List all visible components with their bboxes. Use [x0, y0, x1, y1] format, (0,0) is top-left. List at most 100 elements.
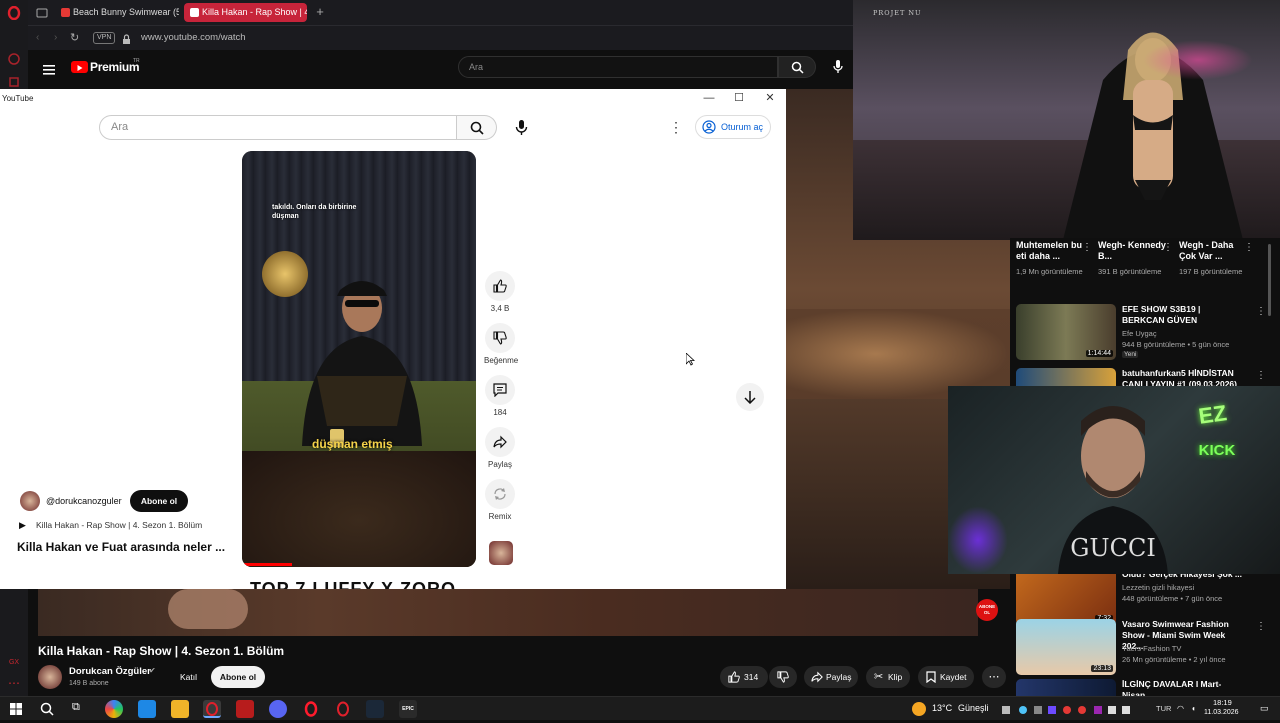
- dislike-button[interactable]: Beğenme: [484, 323, 518, 365]
- copilot-icon[interactable]: [105, 700, 123, 718]
- channel-handle[interactable]: @dorukcanozguler: [46, 496, 122, 506]
- opera-gx-taskbar-icon[interactable]: [203, 700, 221, 718]
- save-button[interactable]: Kaydet: [918, 666, 974, 688]
- epic-games-icon[interactable]: EPIC: [399, 700, 417, 718]
- more-options-icon[interactable]: ⋮: [1256, 306, 1266, 317]
- thumbs-up-icon: [493, 279, 507, 293]
- youtube-popup-window: YouTube — ☐ ✕ Ara ⋮ Oturum aç takıldı. O…: [0, 89, 786, 589]
- file-explorer-icon[interactable]: [171, 700, 189, 718]
- playlist-link[interactable]: Killa Hakan - Rap Show | 4. Sezon 1. Böl…: [36, 520, 202, 530]
- video-thumbnail[interactable]: 23:13: [1016, 619, 1116, 675]
- share-button[interactable]: Paylaş: [484, 427, 516, 469]
- voice-app-icon[interactable]: [236, 700, 254, 718]
- remix-button[interactable]: Remix: [484, 479, 516, 521]
- minimize-icon[interactable]: —: [702, 91, 716, 105]
- clock-time[interactable]: 18:19: [1213, 698, 1232, 707]
- shorts-card-2[interactable]: Wegh- Kennedy B... 391 B görüntüleme: [1098, 240, 1166, 277]
- opera-logo-icon[interactable]: [7, 5, 21, 21]
- rec-video-ilginc-davalar[interactable]: İLGİNÇ DAVALAR I Mart-Nisan: [1016, 679, 1276, 696]
- close-icon[interactable]: ✕: [763, 91, 777, 105]
- signin-button[interactable]: Oturum aç: [695, 115, 771, 139]
- search-icon[interactable]: [40, 702, 54, 716]
- edge-icon[interactable]: [138, 700, 156, 718]
- language-indicator[interactable]: TUR: [1156, 704, 1171, 713]
- lock-icon[interactable]: [122, 32, 131, 44]
- channel-avatar[interactable]: [38, 665, 62, 689]
- reload-icon[interactable]: ↻: [70, 31, 79, 44]
- like-button[interactable]: 3,4 B: [484, 271, 516, 313]
- join-button[interactable]: Katıl: [171, 666, 206, 688]
- sidebar-bag-icon[interactable]: [7, 74, 21, 88]
- subscribe-button[interactable]: Abone ol: [130, 490, 188, 512]
- shorts-card-1[interactable]: Muhtemelen bu eti daha ... 1,9 Mn görünt…: [1016, 240, 1084, 277]
- hands-blur: [168, 589, 248, 629]
- short-title[interactable]: Killa Hakan ve Fuat arasında neler ...: [17, 540, 225, 554]
- sidebar-more-icon[interactable]: ⋯: [7, 676, 21, 690]
- tab-overview-icon[interactable]: [36, 6, 48, 18]
- sound-avatar[interactable]: [489, 541, 513, 565]
- task-view-icon[interactable]: ⧉: [72, 701, 80, 714]
- clip-button[interactable]: ✂ Klip: [866, 666, 910, 688]
- thumbs-down-icon: [777, 671, 789, 683]
- settings-more-icon[interactable]: ⋮: [669, 118, 683, 136]
- notification-icon[interactable]: ▭: [1260, 703, 1269, 714]
- share-button[interactable]: Paylaş: [804, 666, 858, 688]
- sidebar-gx-icon[interactable]: GX: [7, 656, 21, 670]
- weather-sun-icon[interactable]: [912, 702, 926, 716]
- progress-bar[interactable]: [242, 563, 292, 566]
- video-thumbnail[interactable]: [1016, 679, 1116, 696]
- video-thumbnail[interactable]: 7:32: [1016, 569, 1116, 625]
- forward-icon[interactable]: ›: [54, 32, 57, 43]
- new-tab-icon[interactable]: +: [313, 4, 327, 20]
- rec-video-hindistan[interactable]: batuhanfurkan5 HİNDİSTAN CANLI YAYIN #1 …: [1016, 368, 1276, 388]
- scrollbar-thumb[interactable]: [1268, 244, 1271, 316]
- discord-icon[interactable]: [269, 700, 287, 718]
- next-short-button[interactable]: [736, 383, 764, 411]
- shorts-card-3[interactable]: Wegh - Daha Çok Var ... 197 B görüntülem…: [1179, 240, 1247, 277]
- wifi-icon[interactable]: ◠: [1177, 704, 1184, 713]
- search-input[interactable]: Ara: [458, 56, 778, 78]
- maximize-icon[interactable]: ☐: [732, 91, 746, 105]
- search-button[interactable]: [778, 56, 816, 78]
- more-actions-icon[interactable]: ⋯: [982, 666, 1006, 688]
- more-options-icon[interactable]: ⋮: [1082, 242, 1092, 253]
- dislike-button[interactable]: [769, 666, 797, 688]
- like-button[interactable]: 314: [720, 666, 768, 688]
- opera-icon[interactable]: [302, 700, 320, 718]
- abone-ol-badge[interactable]: ABONE OL: [976, 599, 998, 621]
- comments-button[interactable]: 184: [484, 375, 516, 417]
- back-icon[interactable]: ‹: [36, 32, 39, 43]
- main-video-bottom-strip[interactable]: ABONE OL: [38, 589, 998, 636]
- more-options-icon[interactable]: ⋮: [1256, 621, 1266, 632]
- youtube-logo-icon[interactable]: [71, 61, 88, 73]
- popup-search-button[interactable]: [457, 115, 497, 140]
- channel-avatar[interactable]: [20, 491, 40, 511]
- channel-name[interactable]: Dorukcan Özgüler: [69, 666, 151, 677]
- rec-video-vasaro[interactable]: 23:13 Vasaro Swimwear Fashion Show - Mia…: [1016, 619, 1276, 677]
- more-options-icon[interactable]: ⋮: [1244, 242, 1254, 253]
- sidebar-speed-dial-icon[interactable]: [7, 52, 21, 66]
- clock-date[interactable]: 11.03.2026: [1204, 709, 1239, 716]
- menu-icon[interactable]: [43, 62, 55, 75]
- video-thumbnail[interactable]: [1016, 368, 1116, 388]
- opera-gx-icon[interactable]: [334, 700, 352, 718]
- steam-icon[interactable]: [366, 700, 384, 718]
- more-options-icon[interactable]: ⋮: [1256, 370, 1266, 381]
- microphone-icon[interactable]: [831, 59, 845, 75]
- url-text[interactable]: www.youtube.com/watch: [141, 32, 246, 43]
- vpn-badge[interactable]: VPN: [93, 32, 116, 44]
- more-options-icon[interactable]: ⋮: [1163, 242, 1173, 253]
- subscribe-button[interactable]: Abone ol: [211, 666, 265, 688]
- rec-video-efe-show[interactable]: 1:14:44 EFE SHOW S3B19 | BERKCAN GÜVEN E…: [1016, 304, 1276, 362]
- speaker-icon[interactable]: ◖: [1191, 704, 1196, 713]
- video-thumbnail[interactable]: 1:14:44: [1016, 304, 1116, 360]
- tab-beach-bunny[interactable]: Beach Bunny Swimwear (5: [55, 3, 179, 22]
- temperature[interactable]: 13°C: [932, 703, 952, 713]
- windows-start-icon[interactable]: [10, 703, 22, 715]
- system-tray[interactable]: [1002, 703, 1132, 715]
- tab-killa-hakan[interactable]: Killa Hakan - Rap Show | 4: [184, 3, 307, 22]
- popup-microphone-icon[interactable]: [510, 116, 533, 139]
- weather-status[interactable]: Güneşli: [958, 703, 989, 713]
- short-video-player[interactable]: takıldı. Onları da birbirine düşman düşm…: [242, 151, 476, 567]
- popup-search-input[interactable]: Ara: [99, 115, 457, 140]
